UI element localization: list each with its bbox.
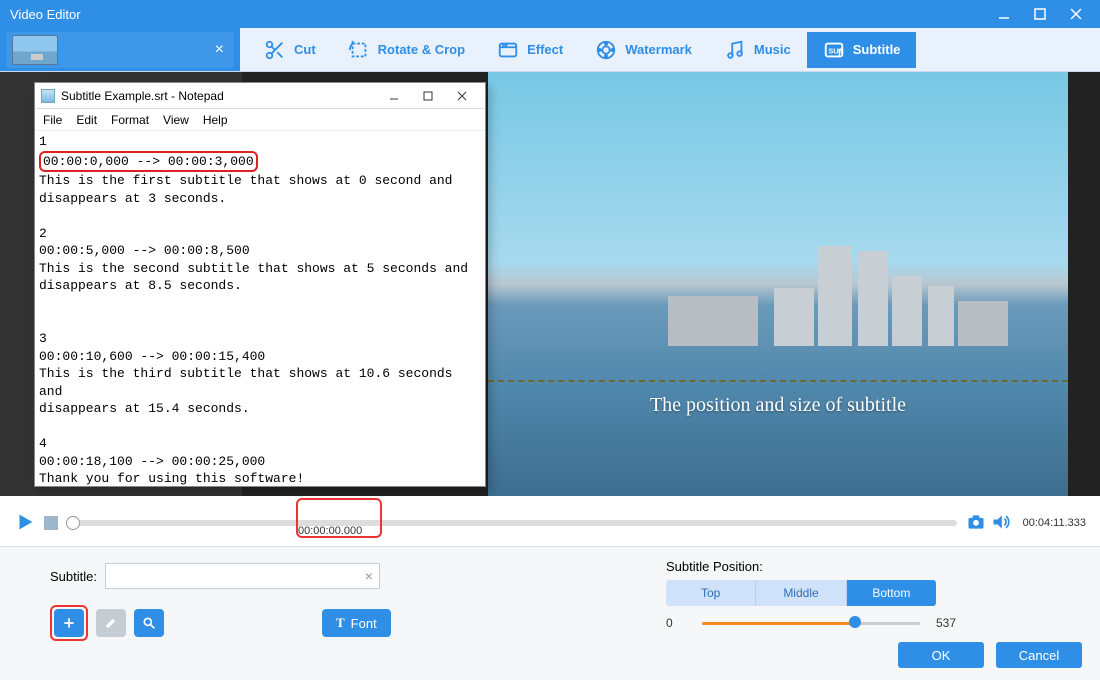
snapshot-button[interactable]: [965, 512, 987, 535]
srt-post: This is the first subtitle that shows at…: [39, 173, 468, 486]
seek-thumb[interactable]: [66, 516, 80, 530]
video-preview: The position and size of subtitle: [488, 72, 1068, 496]
minimize-button[interactable]: [986, 0, 1022, 28]
srt-pre: 1: [39, 134, 47, 149]
duration-label: 00:04:11.333: [1023, 517, 1086, 529]
position-middle[interactable]: Middle: [756, 580, 846, 606]
subtitle-sample-text[interactable]: The position and size of subtitle: [528, 394, 1028, 417]
position-slider[interactable]: [702, 620, 920, 626]
add-subtitle-highlight: [50, 605, 88, 641]
effect-icon: [497, 39, 519, 61]
subtitle-input[interactable]: ×: [105, 563, 380, 589]
tab-cut[interactable]: Cut: [248, 32, 332, 68]
titlebar: Video Editor: [0, 0, 1100, 28]
tab-rotate[interactable]: Rotate & Crop: [332, 32, 481, 68]
clear-icon[interactable]: ×: [365, 568, 373, 584]
tab-music[interactable]: Music: [708, 32, 807, 68]
notepad-minimize-button[interactable]: [377, 85, 411, 107]
search-subtitle-button[interactable]: [134, 609, 164, 637]
subtitle-guide-line[interactable]: [488, 380, 1068, 382]
font-button[interactable]: T Font: [322, 609, 391, 637]
tab-subtitle[interactable]: SUBT Subtitle: [807, 32, 917, 68]
font-button-label: Font: [351, 616, 377, 631]
cancel-button[interactable]: Cancel: [996, 642, 1082, 668]
music-icon: [724, 39, 746, 61]
notepad-title: Subtitle Example.srt - Notepad: [61, 89, 224, 103]
play-button[interactable]: [14, 511, 36, 536]
position-top[interactable]: Top: [666, 580, 756, 606]
slider-knob[interactable]: [849, 616, 861, 628]
tab-label: Watermark: [625, 42, 692, 57]
tab-watermark[interactable]: Watermark: [579, 32, 708, 68]
ok-button[interactable]: OK: [898, 642, 984, 668]
tab-label: Music: [754, 42, 791, 57]
clip-tab[interactable]: ×: [6, 32, 234, 68]
clip-thumbnail: [12, 35, 58, 65]
tab-label: Effect: [527, 42, 563, 57]
watermark-icon: [595, 39, 617, 61]
notepad-body[interactable]: 1 00:00:0,000 --> 00:00:3,000 This is th…: [35, 131, 485, 490]
notepad-menubar: File Edit Format View Help: [35, 109, 485, 131]
subtitle-label: Subtitle:: [50, 569, 97, 584]
maximize-button[interactable]: [1022, 0, 1058, 28]
font-icon: T: [336, 615, 345, 631]
menu-help[interactable]: Help: [203, 113, 228, 127]
stop-button[interactable]: [44, 516, 58, 530]
edit-subtitle-button[interactable]: [96, 609, 126, 637]
tab-label: Subtitle: [853, 42, 901, 57]
seek-position-label: 00:00:00.000: [298, 525, 362, 537]
slider-max: 537: [928, 616, 956, 630]
playback-bar: 00:04:11.333: [0, 496, 1100, 546]
scissors-icon: [264, 39, 286, 61]
menu-file[interactable]: File: [43, 113, 62, 127]
dialog-buttons: OK Cancel: [898, 642, 1082, 668]
notepad-close-button[interactable]: [445, 85, 479, 107]
svg-text:T: T: [837, 48, 842, 57]
menu-edit[interactable]: Edit: [76, 113, 97, 127]
notepad-titlebar[interactable]: Subtitle Example.srt - Notepad: [35, 83, 485, 109]
clip-close-button[interactable]: ×: [211, 41, 228, 59]
tab-effect[interactable]: Effect: [481, 32, 579, 68]
menu-view[interactable]: View: [163, 113, 189, 127]
position-label: Subtitle Position:: [666, 559, 1026, 574]
volume-button[interactable]: [991, 512, 1011, 535]
menu-format[interactable]: Format: [111, 113, 149, 127]
notepad-window[interactable]: Subtitle Example.srt - Notepad File Edit…: [34, 82, 486, 487]
srt-timecode-highlight: 00:00:0,000 --> 00:00:3,000: [39, 151, 258, 173]
app-title: Video Editor: [10, 7, 986, 22]
slider-min: 0: [666, 616, 694, 630]
add-subtitle-button[interactable]: [54, 609, 84, 637]
rotate-crop-icon: [348, 39, 370, 61]
top-row: × Cut Rotate & Crop Effect Watermark Mus…: [0, 28, 1100, 72]
notepad-maximize-button[interactable]: [411, 85, 445, 107]
notepad-icon: [41, 89, 55, 103]
position-segmented: Top Middle Bottom: [666, 580, 936, 606]
close-button[interactable]: [1058, 0, 1094, 28]
subtitle-icon: SUBT: [823, 39, 845, 61]
position-bottom[interactable]: Bottom: [847, 580, 936, 606]
tab-label: Cut: [294, 42, 316, 57]
editor-tabs: Cut Rotate & Crop Effect Watermark Music…: [240, 28, 1100, 71]
clip-tab-strip: ×: [0, 28, 240, 71]
seek-bar[interactable]: [66, 508, 957, 538]
tab-label: Rotate & Crop: [378, 42, 465, 57]
